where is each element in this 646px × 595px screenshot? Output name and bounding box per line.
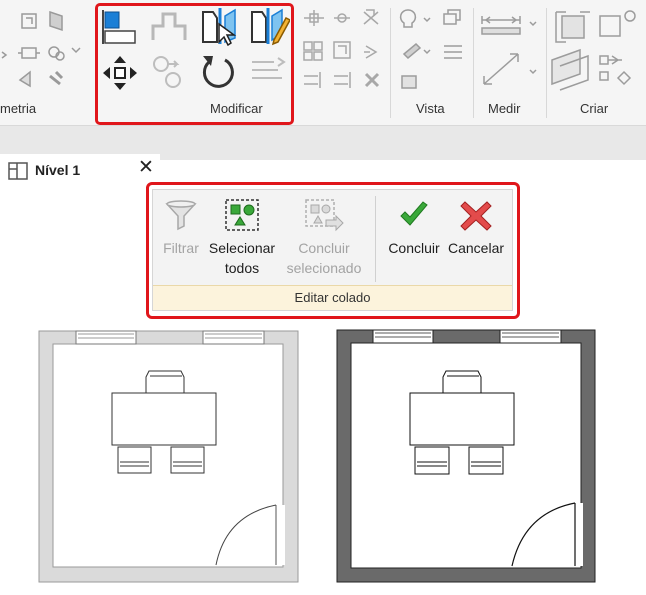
finish-button[interactable]: Concluir — [383, 198, 445, 258]
create-tools-icon[interactable] — [550, 6, 644, 96]
panel-divider — [375, 196, 376, 282]
modify-panel-highlight — [95, 3, 294, 125]
panel-separator — [390, 8, 391, 118]
panel-label-geometry: metria — [0, 101, 37, 116]
edit-pasted-panel-title: Editar colado — [153, 285, 512, 310]
cancel-x-icon — [445, 198, 507, 238]
finish-selection-icon — [281, 198, 367, 238]
view-tab-title: Nível 1 — [35, 162, 81, 178]
select-all-label-line2: todos — [224, 260, 260, 276]
edit-pasted-panel: Filtrar Selecionar todos Concluir seleci… — [152, 189, 513, 311]
view-tab-level-1[interactable]: Nível 1 ✕ — [0, 154, 160, 185]
panel-label-view: Vista — [416, 101, 445, 116]
check-icon — [383, 198, 445, 238]
room-plan-right — [336, 329, 596, 583]
cancel-label: Cancelar — [447, 240, 505, 256]
finish-selected-label-line1: Concluir — [298, 240, 350, 256]
finish-selected-button[interactable]: Concluir selecionado — [281, 198, 367, 278]
panel-label-measure: Medir — [488, 101, 521, 116]
floor-plan-icon — [8, 162, 28, 185]
small-modify-tools-icon[interactable] — [300, 6, 388, 96]
panel-separator — [473, 8, 474, 118]
select-all-label-line1: Selecionar — [208, 240, 276, 256]
filter-label: Filtrar — [163, 240, 199, 256]
finish-selected-label-line2: selecionado — [286, 260, 362, 276]
filter-button[interactable]: Filtrar — [159, 198, 203, 258]
ribbon: metria Modificar Vista Medir Criar — [0, 0, 646, 126]
view-tools-icon[interactable] — [396, 6, 470, 96]
geometry-tools-icon[interactable] — [0, 8, 88, 98]
finish-label: Concluir — [388, 240, 440, 256]
select-all-icon — [206, 198, 278, 238]
panel-separator — [546, 8, 547, 118]
room-plan-left — [38, 330, 299, 583]
cancel-button[interactable]: Cancelar — [445, 198, 507, 258]
filter-icon — [159, 198, 203, 238]
panel-label-create: Criar — [580, 101, 609, 116]
measure-tools-icon[interactable] — [478, 8, 540, 98]
close-icon[interactable]: ✕ — [138, 158, 154, 177]
select-all-button[interactable]: Selecionar todos — [206, 198, 278, 278]
